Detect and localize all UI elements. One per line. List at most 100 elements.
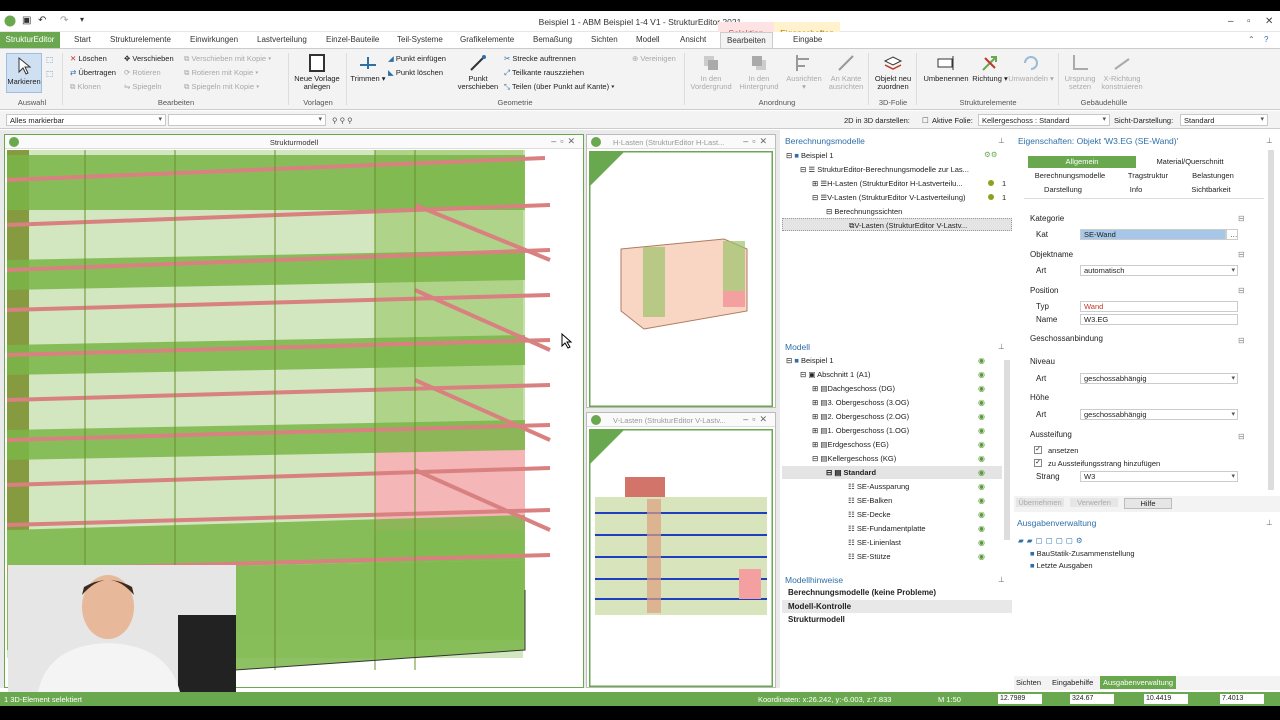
select-area-icon[interactable]: ⬚: [46, 69, 53, 78]
niveau-art-select[interactable]: geschossabhängig: [1080, 373, 1238, 384]
ausgaben-toolbar-icons[interactable]: ▰▰▢▢▢▢⚙: [1018, 536, 1086, 545]
select-mode-icon[interactable]: ⬚: [46, 55, 53, 64]
filter-tools-icon[interactable]: ⚲ ⚲ ⚲: [332, 116, 353, 125]
tab-sichten-bottom[interactable]: Sichten: [1016, 678, 1041, 687]
tab-eingabehilfe[interactable]: Eingabehilfe: [1052, 678, 1093, 687]
hint-berechnungsmodelle[interactable]: Berechnungsmodelle (keine Probleme): [788, 588, 936, 597]
markieren-button[interactable]: Markieren: [6, 53, 42, 93]
tab-bemassung[interactable]: Bemaßung: [533, 35, 572, 44]
an-kante-button[interactable]: An Kante ausrichten: [826, 53, 866, 91]
panel-window-buttons[interactable]: –▫✕: [743, 414, 771, 425]
tab-bearbeiten[interactable]: Bearbeiten: [720, 32, 773, 49]
vordergrund-button[interactable]: In den Vordergrund: [688, 53, 734, 91]
maximize-icon[interactable]: ▫: [1247, 16, 1251, 27]
tab-ansicht[interactable]: Ansicht: [680, 35, 706, 44]
loeschen-button[interactable]: ✕ Löschen: [70, 54, 107, 63]
hint-strukturmodell[interactable]: Strukturmodell: [788, 615, 845, 624]
tab-berechnungsmodelle[interactable]: Berechnungsmodelle: [1028, 171, 1112, 180]
ausrichten-button[interactable]: Ausrichten ▾: [784, 53, 824, 91]
eye-icon[interactable]: ◉: [978, 510, 985, 519]
hint-modell-kontrolle[interactable]: Modell-Kontrolle: [782, 600, 1012, 613]
tab-darstellung[interactable]: Darstellung: [1028, 185, 1098, 194]
richtung-button[interactable]: Richtung ▾: [972, 53, 1008, 83]
tree-item-beispiel1[interactable]: ⊟ ■ Beispiel 1: [786, 356, 834, 365]
layer-toggle-icon[interactable]: ☐: [922, 116, 929, 125]
tree-item-fundamentplatte[interactable]: ☷ SE-Fundamentplatte: [848, 524, 926, 533]
hintergrund-button[interactable]: In den Hintergrund: [736, 53, 782, 91]
tab-belastungen[interactable]: Belastungen: [1184, 171, 1242, 180]
tab-einzel-bauteile[interactable]: Einzel-Bauteile: [326, 35, 379, 44]
tree-item-berechnungssichten[interactable]: ⊟ Berechnungssichten: [826, 207, 902, 216]
eye-icon[interactable]: ◉: [978, 538, 985, 547]
eye-icon[interactable]: ◉: [978, 552, 985, 561]
panel-window-buttons[interactable]: –▫✕: [743, 136, 771, 147]
v-lasten-3d-view[interactable]: [589, 429, 773, 687]
tree-item-beispiel1[interactable]: ⊟ ■ Beispiel 1: [786, 151, 834, 160]
tab-sichtbarkeit[interactable]: Sichtbarkeit: [1176, 185, 1246, 194]
panel-window-buttons[interactable]: –▫✕: [551, 136, 579, 147]
hilfe-button[interactable]: Hilfe: [1124, 498, 1172, 509]
trimmen-button[interactable]: Trimmen ▾: [350, 53, 386, 83]
ribbon-collapse-icon[interactable]: ⌃: [1248, 35, 1255, 44]
eye-icon[interactable]: ◉: [978, 398, 985, 407]
tab-tragstruktur[interactable]: Tragstruktur: [1116, 171, 1180, 180]
tab-teil-systeme[interactable]: Teil-Systeme: [397, 35, 443, 44]
rotieren-button[interactable]: ⟳ Rotieren: [124, 68, 161, 77]
props-scrollbar[interactable]: [1268, 150, 1274, 490]
secondary-filter-select[interactable]: [168, 114, 326, 126]
kat-browse-button[interactable]: …: [1226, 229, 1238, 240]
vereinigen-button[interactable]: ⊕ Vereinigen: [632, 54, 676, 63]
active-layer-select[interactable]: Kellergeschoss : Standard: [978, 114, 1110, 126]
panel-h-lasten[interactable]: H-Lasten (StrukturEditor H-Last... –▫✕: [586, 134, 776, 408]
pin-icon[interactable]: ⊥: [998, 575, 1005, 584]
tree-item-2og[interactable]: ⊞ ▤2. Obergeschoss (2.OG): [812, 412, 909, 421]
tree-item-3og[interactable]: ⊞ ▤3. Obergeschoss (3.OG): [812, 398, 909, 407]
strang-checkbox[interactable]: ✓: [1034, 459, 1042, 467]
tree-item-dg[interactable]: ⊞ ▤Dachgeschoss (DG): [812, 384, 895, 393]
tab-strukturelemente[interactable]: Strukturelemente: [110, 35, 171, 44]
pin-icon[interactable]: ⊥: [998, 342, 1005, 351]
eye-icon[interactable]: ◉: [978, 370, 985, 379]
tree-item-standard[interactable]: ⊟ ▤ Standard: [782, 466, 1002, 479]
ausgaben-item-baustatik[interactable]: ■ BauStatik-Zusammenstellung: [1030, 549, 1135, 558]
uebertragen-button[interactable]: ⇄ Übertragen: [70, 68, 116, 77]
spiegeln-kopie-button[interactable]: ⧉ Spiegeln mit Kopie ▾: [184, 82, 259, 92]
tree-item-1og[interactable]: ⊞ ▤1. Obergeschoss (1.OG): [812, 426, 909, 435]
tree-item-decke[interactable]: ☷ SE-Decke: [848, 510, 891, 519]
umwandeln-button[interactable]: Umwandeln ▾: [1008, 53, 1054, 83]
ausgaben-item-letzte[interactable]: ■ Letzte Ausgaben: [1030, 561, 1093, 570]
rotieren-kopie-button[interactable]: ⧉ Rotieren mit Kopie ▾: [184, 68, 258, 78]
objekt-neu-zuordnen-button[interactable]: Objekt neu zuordnen: [872, 53, 914, 91]
tree-item-h-lasten[interactable]: ⊞ ☰H-Lasten (StrukturEditor H-Lastvertei…: [812, 179, 963, 188]
tree-item-aussparung[interactable]: ☷ SE-Aussparung: [848, 482, 909, 491]
tab-einwirkungen[interactable]: Einwirkungen: [190, 35, 238, 44]
eye-icon[interactable]: ◉: [978, 468, 985, 477]
collapse-icon[interactable]: ⊟: [1238, 250, 1245, 259]
view-display-select[interactable]: Standard: [1180, 114, 1268, 126]
eye-icon[interactable]: ◉: [978, 440, 985, 449]
eye-icon[interactable]: ◉: [978, 384, 985, 393]
eye-icon[interactable]: ◉: [978, 524, 985, 533]
status-field-4[interactable]: 7.4013: [1220, 694, 1264, 704]
tree-item-balken[interactable]: ☷ SE-Balken: [848, 496, 892, 505]
teilen-button[interactable]: ⤡ Teilen (über Punkt auf Kante) ▾: [504, 82, 614, 92]
tab-modell[interactable]: Modell: [636, 35, 660, 44]
eye-icon[interactable]: ◉: [978, 412, 985, 421]
tab-grafikelemente[interactable]: Grafikelemente: [460, 35, 514, 44]
pin-icon[interactable]: ⊥: [1266, 136, 1273, 145]
status-field-3[interactable]: 10.4419: [1144, 694, 1188, 704]
status-field-1[interactable]: 12.7989: [998, 694, 1042, 704]
tree-item-abschnitt[interactable]: ⊟ ▣ Abschnitt 1 (A1): [800, 370, 870, 379]
tree-item-v-lasten[interactable]: ⊟ ☰V-Lasten (StrukturEditor V-Lastvertei…: [812, 193, 966, 202]
eye-icon[interactable]: ◉: [978, 454, 985, 463]
art-select[interactable]: automatisch: [1080, 265, 1238, 276]
eye-icon[interactable]: ◉: [978, 482, 985, 491]
panel-v-lasten[interactable]: V-Lasten (StrukturEditor V-Lastv... –▫✕: [586, 412, 776, 688]
tab-info[interactable]: Info: [1112, 185, 1160, 194]
collapse-icon[interactable]: ⊟: [1238, 336, 1245, 345]
collapse-icon[interactable]: ⊟: [1238, 286, 1245, 295]
tab-material[interactable]: Material/Querschnitt: [1142, 157, 1238, 166]
x-richtung-button[interactable]: X-Richtung konstruieren: [1100, 53, 1144, 91]
pin-icon[interactable]: ⊥: [1266, 518, 1273, 527]
verwerfen-button[interactable]: Verwerfen: [1070, 498, 1118, 507]
